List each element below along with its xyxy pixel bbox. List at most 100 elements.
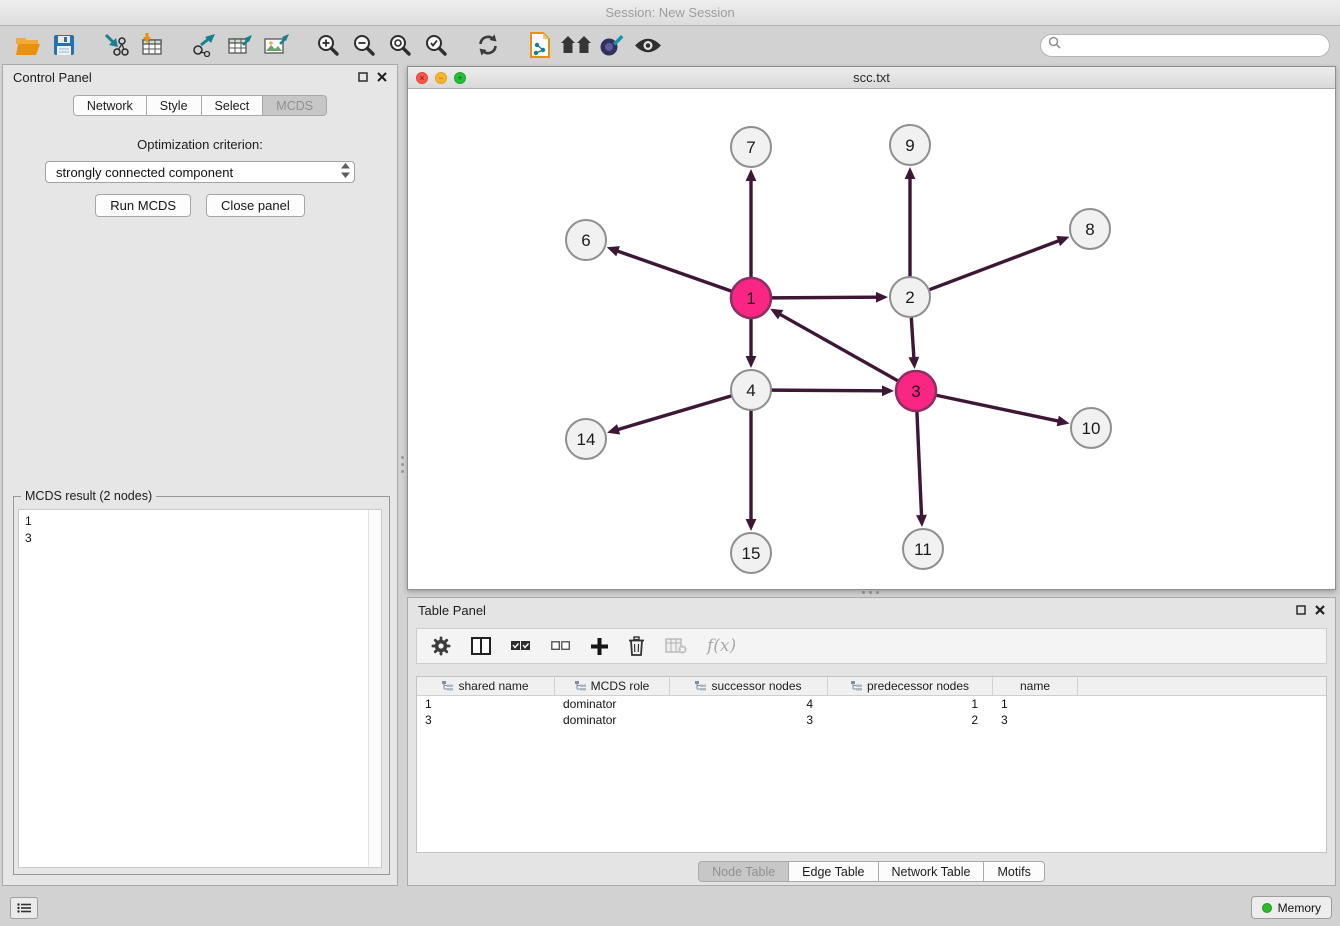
control-panel: Control Panel Network Style Select MCDS … <box>2 64 398 886</box>
tab-edge-table[interactable]: Edge Table <box>789 861 878 882</box>
tab-style[interactable]: Style <box>147 95 202 116</box>
graph-edge[interactable] <box>917 411 922 515</box>
graph-edge[interactable] <box>781 315 899 381</box>
search-input[interactable] <box>1066 38 1322 52</box>
cell-predecessor-nodes[interactable]: 2 <box>828 712 993 728</box>
graph-edge[interactable] <box>929 241 1058 290</box>
deselect-all-rows-icon[interactable] <box>551 639 571 653</box>
table-settings-gear-icon[interactable] <box>431 636 451 656</box>
show-columns-icon[interactable] <box>471 637 491 655</box>
mcds-result-text[interactable]: 1 3 <box>18 509 382 868</box>
column-header-name[interactable]: name <box>993 677 1078 695</box>
cell-shared-name[interactable]: 3 <box>417 712 555 728</box>
show-hide-icon[interactable] <box>630 29 666 61</box>
select-all-rows-icon[interactable] <box>511 639 531 653</box>
cell-name[interactable]: 3 <box>993 712 1078 728</box>
graph-node[interactable]: 8 <box>1070 209 1110 249</box>
graph-node[interactable]: 4 <box>731 370 771 410</box>
table-header-row: shared name MCDS role successor nodes pr… <box>417 677 1326 696</box>
task-history-button[interactable] <box>10 897 38 919</box>
graph-edge[interactable] <box>771 390 882 391</box>
close-table-panel-icon[interactable] <box>1315 603 1325 618</box>
table-row[interactable]: 1 dominator 4 1 1 <box>417 696 1326 712</box>
graph-node[interactable]: 9 <box>890 125 930 165</box>
close-panel-icon[interactable] <box>377 70 387 85</box>
network-canvas[interactable]: 7 9 6 8 1 2 4 3 10 14 15 11 <box>408 90 1335 589</box>
column-header-predecessor-nodes[interactable]: predecessor nodes <box>828 677 993 695</box>
tab-select[interactable]: Select <box>202 95 264 116</box>
graph-node[interactable]: 7 <box>731 127 771 167</box>
memory-button[interactable]: Memory <box>1251 896 1332 919</box>
result-scrollbar[interactable] <box>368 510 381 867</box>
network-graph-svg: 7 9 6 8 1 2 4 3 10 14 15 11 <box>408 90 1335 589</box>
memory-status-icon <box>1262 903 1272 913</box>
zoom-fit-icon[interactable] <box>382 29 418 61</box>
table-panel-header: Table Panel <box>408 598 1335 623</box>
zoom-selected-icon[interactable] <box>418 29 454 61</box>
cell-name[interactable]: 1 <box>993 696 1078 712</box>
refresh-icon[interactable] <box>470 29 506 61</box>
add-column-icon[interactable] <box>591 638 608 655</box>
cell-shared-name[interactable]: 1 <box>417 696 555 712</box>
close-panel-button[interactable]: Close panel <box>206 194 305 217</box>
import-table-icon[interactable] <box>134 29 170 61</box>
optimization-criterion-label: Optimization criterion: <box>3 137 397 152</box>
style-preview-icon[interactable] <box>594 29 630 61</box>
maximize-window-icon[interactable]: + <box>454 72 466 84</box>
close-window-icon[interactable]: × <box>416 72 428 84</box>
tab-network-table[interactable]: Network Table <box>879 861 985 882</box>
graph-node[interactable]: 1 <box>731 278 771 318</box>
run-mcds-button[interactable]: Run MCDS <box>95 194 191 217</box>
minimize-window-icon[interactable]: − <box>435 72 447 84</box>
cell-mcds-role[interactable]: dominator <box>555 696 670 712</box>
graph-edge-arrowhead <box>746 356 757 368</box>
import-network-icon[interactable] <box>98 29 134 61</box>
graph-node[interactable]: 15 <box>731 533 771 573</box>
float-table-panel-icon[interactable] <box>1296 603 1306 618</box>
tab-mcds[interactable]: MCDS <box>263 95 327 116</box>
horizontal-splitter[interactable] <box>862 591 879 594</box>
table-row[interactable]: 3 dominator 3 2 3 <box>417 712 1326 728</box>
column-header-successor-nodes[interactable]: successor nodes <box>670 677 828 695</box>
cell-successor-nodes[interactable]: 3 <box>670 712 828 728</box>
graph-edge[interactable] <box>911 317 914 357</box>
tab-motifs[interactable]: Motifs <box>984 861 1044 882</box>
network-file-icon[interactable] <box>522 29 558 61</box>
graph-node[interactable]: 11 <box>903 529 943 569</box>
zoom-in-icon[interactable] <box>310 29 346 61</box>
cell-mcds-role[interactable]: dominator <box>555 712 670 728</box>
column-type-icon <box>851 681 862 691</box>
delete-column-icon[interactable] <box>628 636 645 656</box>
vertical-splitter[interactable] <box>399 64 407 886</box>
dropdown-stepper-icon <box>341 163 350 181</box>
export-network-icon[interactable] <box>186 29 222 61</box>
window-titlebar[interactable]: Session: New Session <box>0 0 1340 26</box>
graph-edge[interactable] <box>771 297 876 298</box>
graph-edge[interactable] <box>619 396 732 430</box>
tab-node-table[interactable]: Node Table <box>698 861 789 882</box>
zoom-out-icon[interactable] <box>346 29 382 61</box>
graph-node[interactable]: 10 <box>1071 408 1111 448</box>
graph-node[interactable]: 2 <box>890 277 930 317</box>
float-panel-icon[interactable] <box>358 70 368 85</box>
search-box[interactable] <box>1040 34 1330 57</box>
column-header-mcds-role[interactable]: MCDS role <box>555 677 670 695</box>
criterion-dropdown[interactable]: strongly connected component <box>45 161 355 183</box>
export-image-icon[interactable] <box>258 29 294 61</box>
graph-node-label: 10 <box>1082 419 1101 438</box>
network-window-titlebar[interactable]: × − + scc.txt <box>408 67 1335 89</box>
save-session-icon[interactable] <box>46 29 82 61</box>
column-header-shared-name[interactable]: shared name <box>417 677 555 695</box>
cell-successor-nodes[interactable]: 4 <box>670 696 828 712</box>
graph-edge[interactable] <box>618 251 732 291</box>
graph-edge[interactable] <box>936 395 1058 421</box>
cell-predecessor-nodes[interactable]: 1 <box>828 696 993 712</box>
open-session-icon[interactable] <box>10 29 46 61</box>
graph-node[interactable]: 6 <box>566 220 606 260</box>
export-table-icon[interactable] <box>222 29 258 61</box>
tab-network[interactable]: Network <box>73 95 147 116</box>
graph-node[interactable]: 14 <box>566 419 606 459</box>
graph-edge-arrowhead <box>607 424 620 434</box>
home-icon[interactable] <box>558 29 594 61</box>
graph-node[interactable]: 3 <box>896 371 936 411</box>
